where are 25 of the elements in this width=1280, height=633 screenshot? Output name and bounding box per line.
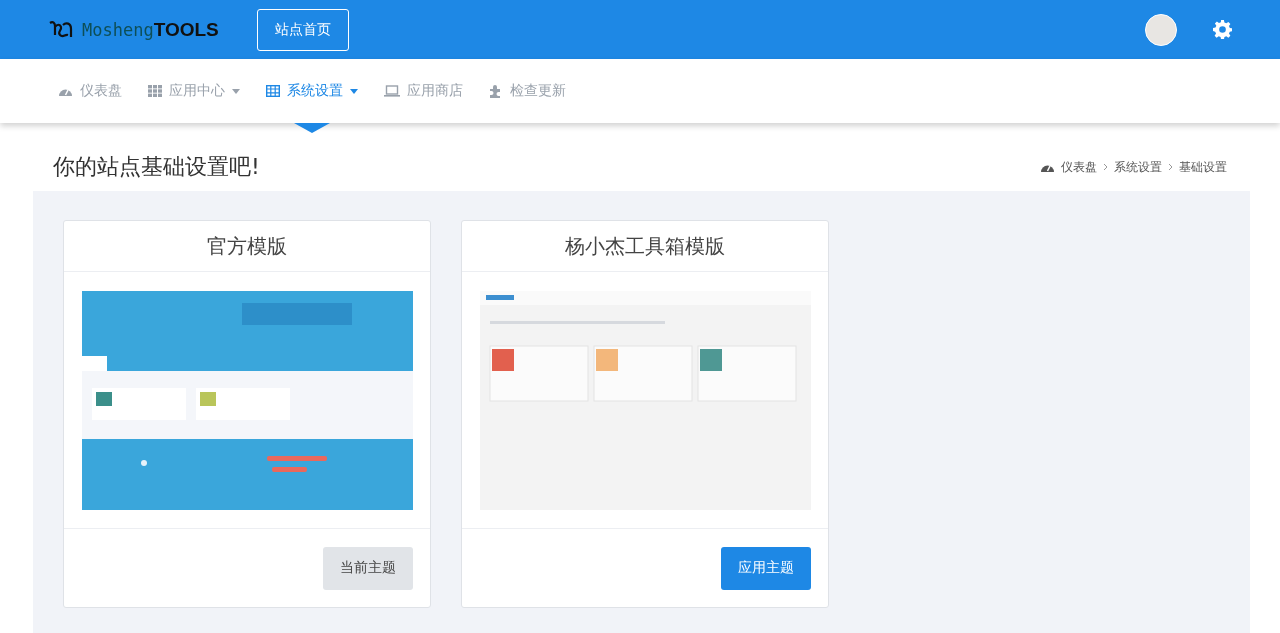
nav-tab[interactable]: 系统设置: [266, 59, 358, 123]
grid-icon: [148, 85, 162, 97]
puzzle-icon: [489, 84, 503, 98]
breadcrumb-item[interactable]: 仪表盘: [1061, 158, 1097, 176]
breadcrumb-item[interactable]: 系统设置: [1114, 158, 1162, 176]
theme-title: 杨小杰工具箱模版: [462, 221, 828, 272]
nav-tab[interactable]: 仪表盘: [58, 59, 122, 123]
theme-button[interactable]: 应用主题: [721, 546, 811, 590]
nav-tab[interactable]: 应用商店: [384, 59, 463, 123]
logo-script: Mosheng: [82, 19, 154, 40]
laptop-icon: [384, 85, 400, 97]
chevron-icon: [1103, 163, 1108, 171]
page-title: 你的站点基础设置吧!: [53, 153, 260, 181]
theme-button[interactable]: 当前主题: [323, 546, 413, 590]
nav-tab[interactable]: 检查更新: [489, 59, 566, 123]
theme-title: 官方模版: [64, 221, 430, 272]
breadcrumb-item: 基础设置: [1179, 158, 1227, 176]
active-pointer: [294, 123, 330, 133]
chevron-icon: [1168, 163, 1173, 171]
nav-tab[interactable]: 应用中心: [148, 59, 240, 123]
home-button[interactable]: 站点首页: [257, 8, 349, 51]
user-avatar[interactable]: [1145, 13, 1177, 46]
table-icon: [266, 85, 280, 97]
logo-text: TOOLS: [153, 18, 219, 41]
settings-icon[interactable]: [1213, 20, 1232, 39]
